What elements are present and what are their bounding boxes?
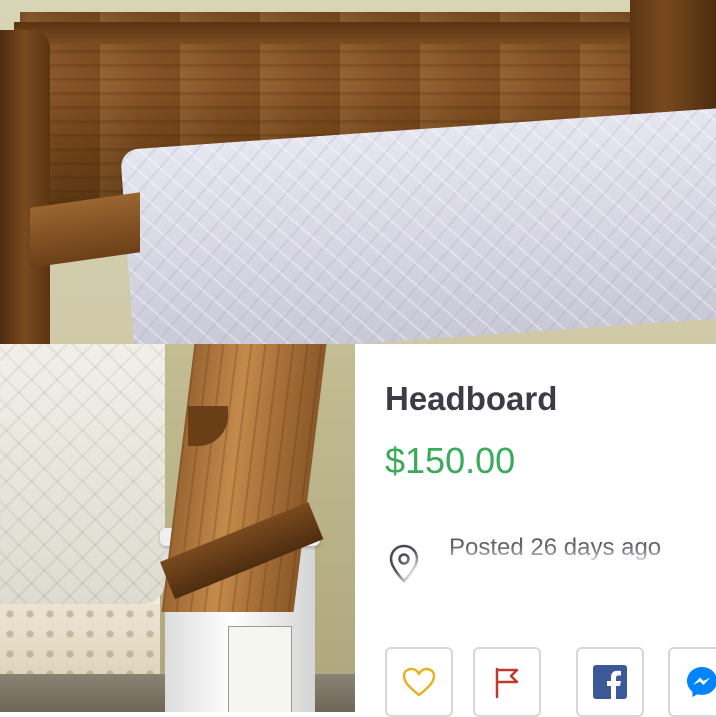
listing-title: Headboard [385, 380, 558, 417]
heart-icon [401, 666, 437, 698]
share-messenger-button[interactable] [668, 647, 716, 717]
posted-time: Posted 26 days ago [449, 534, 662, 561]
listing-details: Headboard $150.00 Posted 26 days ago [355, 344, 716, 717]
facebook-icon [593, 665, 627, 699]
listing-price: $150.00 [385, 440, 516, 481]
pew-arm-left [0, 30, 50, 344]
bucket-warning-label [228, 626, 292, 712]
messenger-icon [685, 665, 716, 699]
share-facebook-button[interactable] [576, 647, 644, 717]
flag-icon [492, 665, 522, 699]
report-button[interactable] [473, 647, 541, 717]
listing-photo-main[interactable] [0, 0, 716, 344]
listing-photo-secondary[interactable] [0, 344, 355, 712]
quilt [0, 344, 165, 604]
pew-top-rail [14, 22, 664, 44]
redacted-location [410, 566, 710, 612]
favorite-button[interactable] [385, 647, 453, 717]
